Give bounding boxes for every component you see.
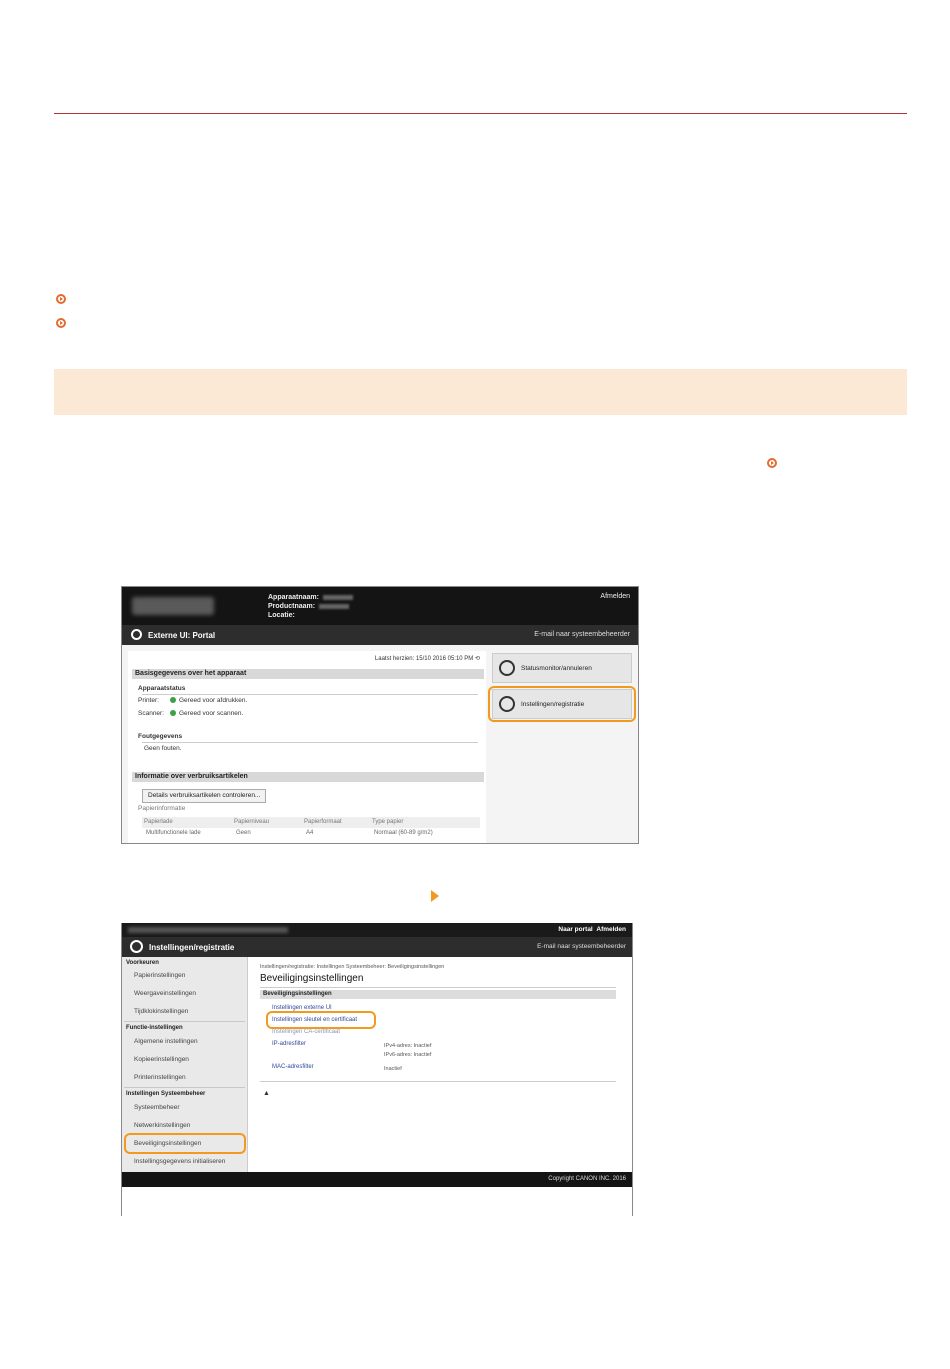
- portal-title-bar: Externe UI: Portal E-mail naar systeembe…: [122, 625, 638, 645]
- table-cell: A4: [306, 830, 314, 836]
- ipv4-status: IPv4-adres: Inactief: [384, 1043, 432, 1049]
- portal-link[interactable]: Naar portal: [558, 926, 592, 933]
- portal-content: Laatst herzien: 15/10 2016 05:10 PM ⟲ Ba…: [128, 651, 486, 843]
- settings-main: Instellingen/registratie: Instellingen S…: [258, 957, 618, 1172]
- logout-link[interactable]: Afmelden: [600, 593, 630, 600]
- check-consumables-button[interactable]: Details verbruiksartikelen controleren..…: [142, 789, 267, 803]
- printer-status: Gereed voor afdrukken.: [170, 697, 247, 704]
- screenshot-settings: Naar portal Afmelden Instellingen/regist…: [121, 923, 633, 1216]
- ip-filter-link[interactable]: IP-adresfilter: [272, 1041, 306, 1047]
- printer-status-text: Gereed voor afdrukken.: [179, 697, 248, 704]
- printer-label: Printer:: [138, 697, 159, 704]
- sidebar-category: Instellingen Systeembeheer: [126, 1091, 206, 1097]
- device-name-label: Apparaatnaam:: [268, 594, 319, 601]
- page-title: Beveiligingsinstellingen: [260, 973, 364, 984]
- settings-footer: Copyright CANON INC. 2016: [122, 1172, 632, 1187]
- ipv6-status: IPv6-adres: Inactief: [384, 1052, 432, 1058]
- link-arrow-icon[interactable]: [767, 458, 777, 468]
- divider: [124, 1021, 245, 1022]
- table-cell: Multifunctionele lade: [146, 830, 201, 836]
- header-links: Naar portal Afmelden: [558, 926, 626, 933]
- blurred-value: [319, 603, 350, 609]
- sidebar-item-copy[interactable]: Kopieerinstellingen: [134, 1056, 189, 1063]
- status-ok-icon: [170, 697, 176, 704]
- screenshot-portal: Apparaatnaam: Productnaam: Locatie: Afme…: [121, 586, 639, 844]
- sidebar-category: Functie-instellingen: [126, 1025, 183, 1031]
- sidebar: Voorkeuren Papierinstellingen Weergavein…: [122, 957, 248, 1172]
- mail-admin-link[interactable]: E-mail naar systeembeheerder: [537, 943, 626, 950]
- sidebar-item-printer[interactable]: Printerinstellingen: [134, 1074, 186, 1081]
- column-header: Papierlade: [144, 819, 173, 825]
- table-row: Multifunctionele lade Geen A4 Normaal (6…: [142, 828, 480, 839]
- divider: [124, 1087, 245, 1088]
- highlight-frame: [124, 1133, 246, 1154]
- location-label: Locatie:: [268, 612, 295, 619]
- refresh-icon[interactable]: ⟲: [475, 656, 480, 662]
- sidebar-item-network[interactable]: Netwerkinstellingen: [134, 1122, 190, 1129]
- last-updated: Laatst herzien: 15/10 2016 05:10 PM ⟲: [375, 655, 480, 662]
- logout-link[interactable]: Afmelden: [596, 926, 626, 933]
- section-header-band: [54, 369, 907, 415]
- device-info: Apparaatnaam: Productnaam: Locatie:: [268, 593, 353, 620]
- security-section: Beveiligingsinstellingen: [260, 990, 616, 999]
- product-name-label: Productnaam:: [268, 603, 316, 610]
- copyright: Copyright CANON INC. 2016: [548, 1176, 626, 1182]
- error-info-title: Foutgegevens: [138, 733, 183, 740]
- link-arrow-icon[interactable]: [56, 294, 66, 304]
- column-header: Type papier: [372, 819, 404, 825]
- table-header-row: Papierlade Papierniveau Papierformaat Ty…: [142, 817, 480, 828]
- divider: [260, 987, 616, 988]
- sidebar-item-display[interactable]: Weergaveinstellingen: [134, 990, 196, 997]
- gear-icon: [130, 940, 143, 953]
- column-header: Papierformaat: [304, 819, 342, 825]
- portal-header: Apparaatnaam: Productnaam: Locatie: Afme…: [122, 587, 638, 625]
- error-info-text: Geen fouten.: [144, 745, 182, 752]
- eye-icon: [499, 660, 515, 676]
- status-ok-icon: [170, 710, 176, 717]
- refresh-portal-icon: [131, 629, 142, 640]
- basic-info-section: Basisgegevens over het apparaat: [132, 669, 484, 679]
- sidebar-item-paper[interactable]: Papierinstellingen: [134, 972, 185, 979]
- divider: [260, 1081, 616, 1082]
- portal-title: Externe UI: Portal: [148, 631, 216, 640]
- blurred-logo: [132, 597, 214, 615]
- ca-cert-link[interactable]: Instellingen CA-certificaat: [272, 1029, 340, 1035]
- status-monitor-label: Statusmonitor/annuleren: [521, 665, 592, 672]
- link-arrow-icon[interactable]: [56, 318, 66, 328]
- mac-status: Inactief: [384, 1066, 402, 1072]
- sidebar-item-timer[interactable]: Tijdklokinstellingen: [134, 1008, 188, 1015]
- last-updated-text: Laatst herzien: 15/10 2016 05:10 PM: [374, 656, 474, 662]
- back-to-top-icon[interactable]: ▲: [263, 1090, 270, 1097]
- mac-filter-link[interactable]: MAC-adresfilter: [272, 1064, 314, 1070]
- settings-header: Naar portal Afmelden: [122, 923, 632, 937]
- portal-main: Laatst herzien: 15/10 2016 05:10 PM ⟲ Ba…: [122, 645, 638, 843]
- blurred-value: [322, 594, 353, 600]
- settings-title: Instellingen/registratie: [149, 943, 235, 952]
- table-cell: Geen: [236, 830, 251, 836]
- column-header: Papierniveau: [234, 819, 270, 825]
- scanner-label: Scanner:: [138, 710, 165, 717]
- highlight-frame: [266, 1011, 376, 1029]
- sidebar-item-system[interactable]: Systeembeheer: [134, 1104, 180, 1111]
- sidebar-item-general[interactable]: Algemene instellingen: [134, 1038, 198, 1045]
- scanner-status: Gereed voor scannen.: [170, 710, 243, 717]
- scanner-status-text: Gereed voor scannen.: [179, 710, 244, 717]
- consumables-section: Informatie over verbruiksartikelen: [132, 772, 484, 782]
- paper-table: Papierlade Papierniveau Papierformaat Ty…: [142, 817, 480, 839]
- sidebar-item-initialize[interactable]: Instellingsgegevens initialiseren: [134, 1158, 225, 1165]
- settings-title-bar: Instellingen/registratie E-mail naar sys…: [122, 937, 632, 957]
- table-cell: Normaal (60-89 g/m2): [374, 830, 433, 836]
- sidebar-category: Voorkeuren: [126, 960, 159, 966]
- mail-admin-link[interactable]: E-mail naar systeembeheerder: [534, 631, 630, 638]
- blurred-device-name: [128, 927, 288, 933]
- divider: [142, 694, 478, 695]
- status-monitor-button[interactable]: Statusmonitor/annuleren: [492, 653, 632, 683]
- heading-rule: [54, 113, 907, 114]
- divider: [142, 742, 478, 743]
- device-status-label: Apparaatstatus: [138, 685, 186, 692]
- breadcrumb: Instellingen/registratie: Instellingen S…: [260, 964, 445, 970]
- paper-info-title: Papierinformatie: [138, 805, 186, 812]
- highlight-frame: [488, 686, 636, 722]
- step-arrow-icon: [431, 890, 439, 902]
